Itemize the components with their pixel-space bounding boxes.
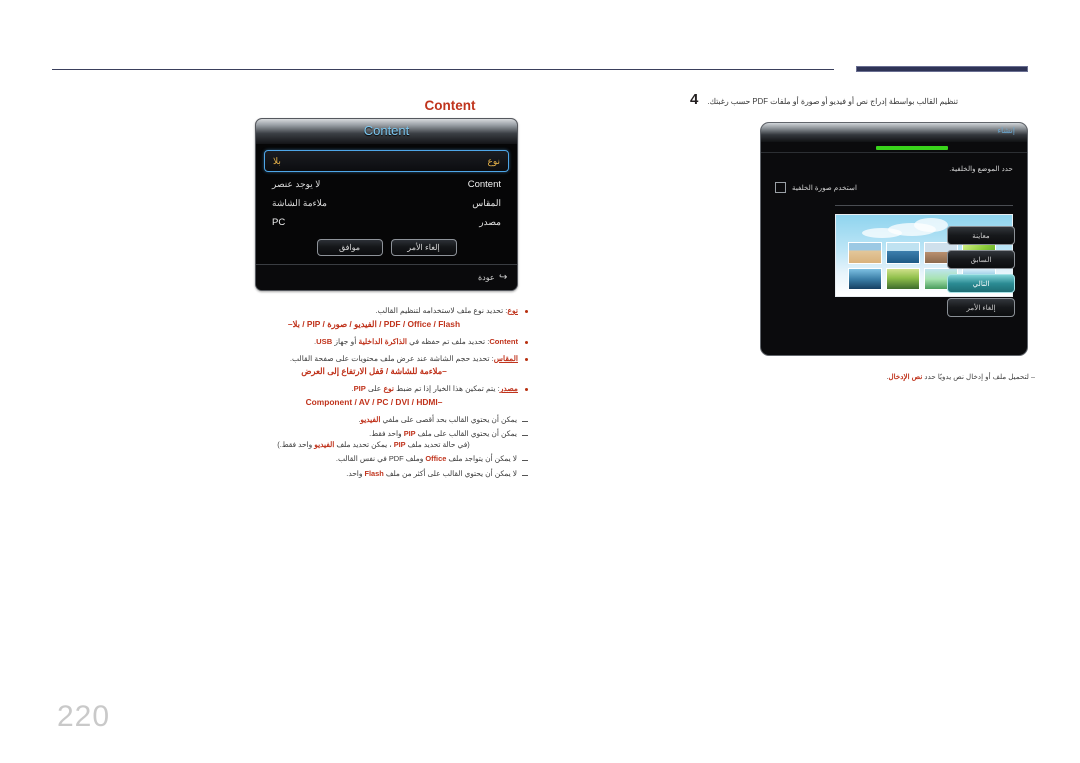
page-number: 220	[57, 700, 111, 733]
return-arrow-icon: ↩	[498, 272, 507, 283]
bullet-type-options: –بلا / PIP / الفيديو / صورة / PDF / Offi…	[230, 318, 518, 331]
note-dash: –	[1031, 372, 1035, 381]
left-dash-notes: يمكن أن يحتوي القالب بحد أقصى على ملفي ا…	[230, 414, 530, 479]
bullet-source-options: Component / AV / PC / DVI / HDMI–	[305, 397, 443, 408]
wizard-note: – لتحميل ملف أو إدخال نص يدويًا حدد نص ا…	[886, 372, 1035, 381]
osd-return-label: عودة	[477, 273, 495, 282]
osd-footer: ↩ عودة	[256, 264, 517, 290]
osd-row-type[interactable]: نوع بلا	[264, 150, 509, 172]
osd-row-value: لا يوجد عنصر	[272, 179, 321, 189]
wizard-titlebar: إنشاء	[761, 123, 1027, 142]
osd-row-value: بلا	[273, 155, 281, 166]
wizard-instruction: حدد الموضع والخلفية.	[949, 164, 1013, 173]
osd-row-size[interactable]: المقاس ملاءمة الشاشة	[264, 194, 509, 213]
step-4: تنظيم القالب بواسطة إدراج نص أو فيديو أو…	[690, 92, 1035, 108]
manual-page: Content Content نوع بلا Content لا يوجد …	[0, 0, 1080, 763]
boat-sea-thumb	[886, 242, 920, 264]
term-content: Content	[489, 336, 518, 346]
dash-note-office-pdf: لا يمكن أن يتواجد ملف Office وملف PDF في…	[230, 453, 530, 464]
checkbox-icon[interactable]	[775, 182, 786, 193]
osd-row-key: مصدر	[479, 217, 501, 227]
step-4-text: تنظيم القالب بواسطة إدراج نص أو فيديو أو…	[707, 97, 959, 106]
bullet-source: مصدر: يتم تمكين هذا الخيار إذا تم ضبط نو…	[230, 383, 530, 409]
term-flash: Flash	[364, 468, 384, 478]
bullet-line: نوع: تحديد نوع ملف لاستخدامه لتنظيم القا…	[375, 306, 518, 315]
bullet-content: Content: تحديد ملف تم حفظه في الذاكرة ال…	[230, 336, 530, 348]
wizard-divider	[835, 205, 1013, 206]
dash-note-flash: لا يمكن أن يحتوي القالب على أكثر من ملف …	[230, 468, 530, 479]
castle-field-thumb	[886, 268, 920, 290]
term-pip: PIP	[353, 384, 366, 394]
osd-row-key: المقاس	[472, 198, 501, 208]
term-usb: USB	[316, 336, 333, 346]
osd-titlebar: Content	[256, 119, 517, 144]
wizard-next-button[interactable]: التالي	[947, 274, 1015, 293]
osd-ok-button[interactable]: موافق	[316, 239, 383, 256]
option-none-pip-video: –بلا / PIP / الفيديو / صورة / PDF / Offi…	[287, 318, 461, 329]
term-office: Office	[425, 454, 447, 464]
bullet-type: نوع: تحديد نوع ملف لاستخدامه لتنظيم القا…	[230, 305, 530, 331]
wizard-button-column: معاينة السابق التالي إلغاء الأمر	[947, 226, 1015, 317]
term-pip: PIP	[393, 440, 406, 450]
wizard-cancel-button[interactable]: إلغاء الأمر	[947, 298, 1015, 317]
cloud-shape	[862, 228, 902, 238]
wizard-checkbox-label: استخدم صورة الخلفية	[792, 183, 857, 192]
header-rule-bold	[856, 66, 1028, 72]
dash-note-pip: يمكن أن يحتوي القالب على ملف PIP واحد فق…	[230, 428, 530, 450]
osd-row-content[interactable]: Content لا يوجد عنصر	[264, 175, 509, 194]
left-section-heading: Content	[424, 98, 476, 113]
left-bullet-list: نوع: تحديد نوع ملف لاستخدامه لتنظيم القا…	[230, 305, 530, 482]
osd-title: Content	[363, 123, 410, 138]
create-wizard-dialog: إنشاء حدد الموضع والخلفية. استخدم صورة ا…	[760, 122, 1028, 356]
osd-row-value: PC	[272, 217, 286, 228]
dash-note-pip-sub: (في حالة تحديد ملف PIP ، يمكن تحديد ملف …	[277, 440, 470, 450]
wizard-progress-bar	[876, 146, 948, 150]
osd-row-source[interactable]: مصدر PC	[264, 213, 509, 232]
wizard-preview-button[interactable]: معاينة	[947, 226, 1015, 245]
step-4-number: 4	[690, 91, 699, 108]
term-size: المقاس	[493, 353, 518, 363]
osd-row-value: ملاءمة الشاشة	[272, 198, 327, 208]
osd-return-hint[interactable]: ↩ عودة	[478, 272, 507, 283]
term-internal-memory: الذاكرة الداخلية	[358, 336, 408, 346]
osd-row-key: نوع	[487, 155, 500, 166]
bullet-size-options: –ملاءمة للشاشة / قفل الارتفاع إلى العرض	[301, 366, 447, 377]
wizard-body: حدد الموضع والخلفية. استخدم صورة الخلفية	[761, 153, 1027, 355]
osd-row-key: Content	[467, 179, 501, 190]
term-pdf: PDF	[388, 454, 404, 464]
dash-note-video: يمكن أن يحتوي القالب بحد أقصى على ملفي ا…	[230, 414, 530, 425]
term-input-text: نص الإدخال	[888, 372, 923, 381]
osd-body: نوع بلا Content لا يوجد عنصر المقاس ملاء…	[256, 144, 517, 264]
term-video: الفيديو	[360, 415, 381, 425]
wizard-title: إنشاء	[997, 126, 1015, 135]
bullet-line: مصدر: يتم تمكين هذا الخيار إذا تم ضبط نو…	[351, 384, 518, 394]
bullet-line: Content: تحديد ملف تم حفظه في الذاكرة ال…	[314, 336, 518, 346]
wizard-previous-button[interactable]: السابق	[947, 250, 1015, 269]
term-type-ref: نوع	[383, 384, 395, 394]
cloud-shape	[914, 218, 948, 232]
osd-cancel-button[interactable]: إلغاء الأمر	[390, 239, 457, 256]
bullet-size: المقاس: تحديد حجم الشاشة عند عرض ملف محت…	[230, 353, 530, 379]
bullet-line: المقاس: تحديد حجم الشاشة عند عرض ملف محت…	[289, 353, 518, 363]
osd-button-row: إلغاء الأمر موافق	[264, 239, 509, 256]
snorkel-thumb	[848, 268, 882, 290]
wizard-background-checkbox-row[interactable]: استخدم صورة الخلفية	[775, 182, 1013, 193]
term-type: نوع	[507, 306, 518, 315]
osd-content-dialog: Content نوع بلا Content لا يوجد عنصر الم…	[255, 118, 518, 291]
term-video: الفيديو	[314, 440, 335, 450]
term-pip: PIP	[403, 429, 416, 439]
people-beach-thumb	[848, 242, 882, 264]
term-source: مصدر	[499, 384, 518, 394]
header-rule-thin	[52, 69, 834, 70]
